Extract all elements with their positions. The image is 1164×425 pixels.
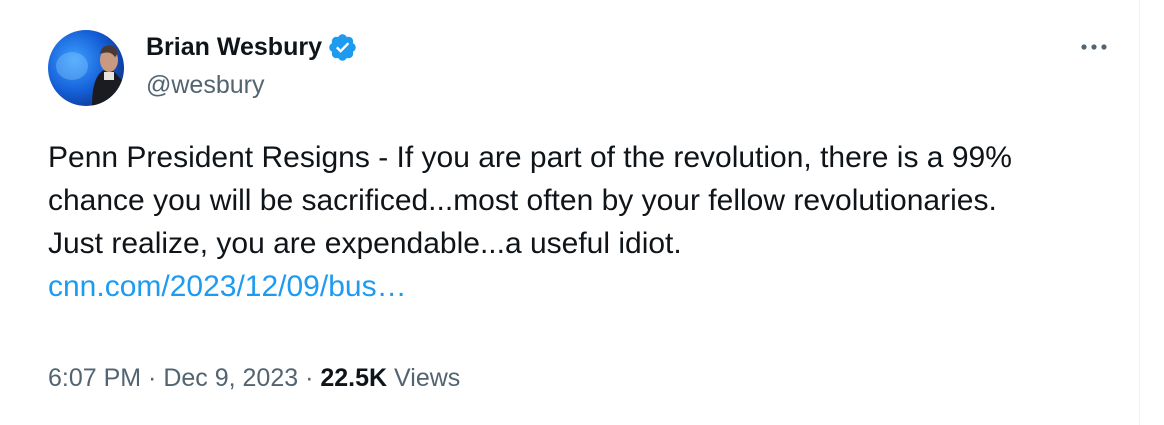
avatar-image bbox=[48, 30, 124, 106]
author-handle[interactable]: @wesbury bbox=[146, 71, 264, 100]
author-name-row: Brian Wesbury bbox=[146, 32, 358, 63]
more-options-icon[interactable] bbox=[1074, 34, 1114, 60]
views-label: Views bbox=[387, 364, 461, 392]
verified-badge-icon[interactable] bbox=[327, 32, 358, 63]
avatar[interactable] bbox=[48, 30, 124, 106]
tweet-card: Brian Wesbury @wesbury Penn President Re… bbox=[0, 0, 1140, 425]
tweet-date[interactable]: Dec 9, 2023 bbox=[163, 364, 298, 392]
author-display-name[interactable]: Brian Wesbury bbox=[146, 33, 322, 62]
meta-separator: · bbox=[141, 364, 164, 392]
tweet-text-line: chance you will be sacrificed...most oft… bbox=[48, 184, 997, 217]
tweet-time[interactable]: 6:07 PM bbox=[48, 364, 141, 392]
tweet-text-line: Just realize, you are expendable...a use… bbox=[48, 227, 682, 260]
tweet-metadata: 6:07 PM · Dec 9, 2023 · 22.5K Views bbox=[48, 364, 460, 393]
tweet-text-line: Penn President Resigns - If you are part… bbox=[48, 141, 1012, 174]
views-count: 22.5K bbox=[320, 364, 388, 392]
tweet-link[interactable]: cnn.com/2023/12/09/bus… bbox=[48, 270, 407, 303]
tweet-text: Penn President Resigns - If you are part… bbox=[48, 136, 1118, 308]
meta-separator: · bbox=[298, 364, 321, 392]
